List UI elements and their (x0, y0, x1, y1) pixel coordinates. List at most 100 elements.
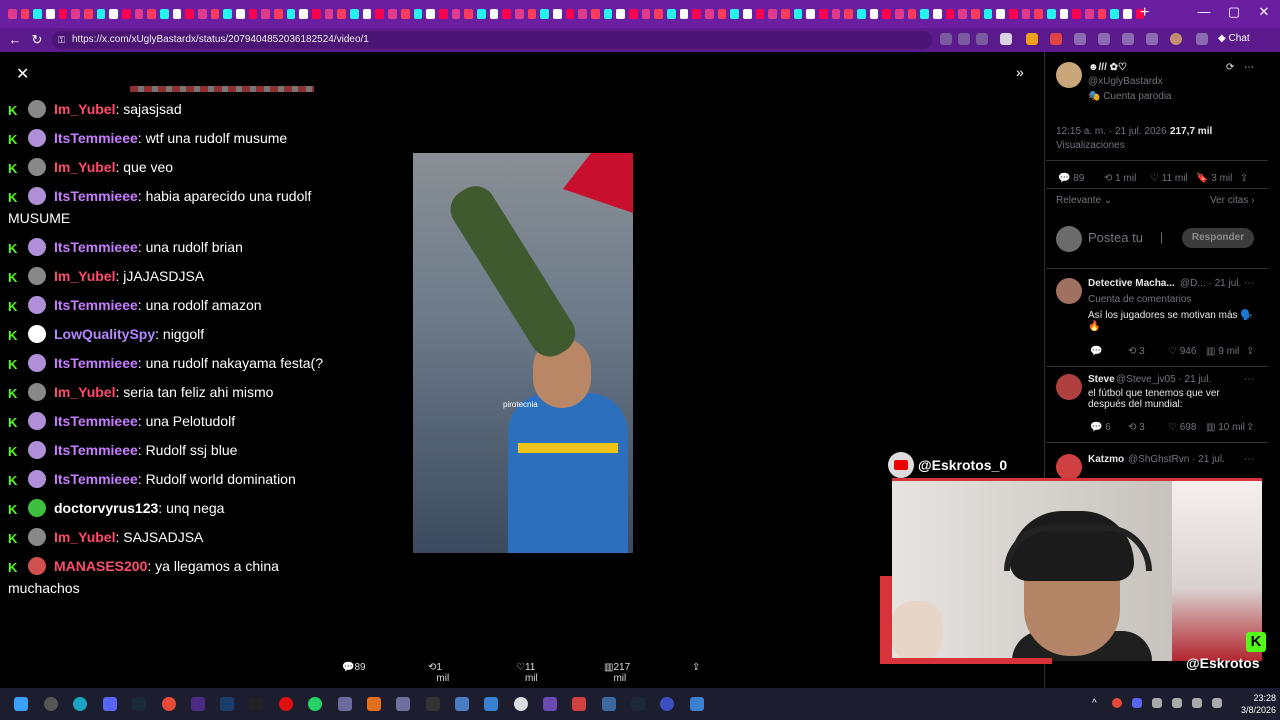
author-handle[interactable]: @xUglyBastardx (1088, 76, 1163, 87)
tab-favicon-icon[interactable] (857, 9, 866, 19)
tab-favicon-icon[interactable] (603, 9, 613, 19)
chat-username[interactable]: ItsTemmieee (54, 130, 138, 146)
maximize-button[interactable]: ▢ (1224, 4, 1244, 20)
tab-favicon-icon[interactable] (464, 9, 473, 19)
tray-expand-icon[interactable]: ^ (1092, 698, 1097, 709)
chat-username[interactable]: MANASES200 (54, 558, 147, 574)
tab-favicon-icon[interactable] (223, 9, 233, 19)
tab-favicon-icon[interactable] (20, 9, 30, 19)
tab-favicon-icon[interactable] (400, 9, 410, 19)
reply-author[interactable]: Detective Macha... (1088, 278, 1175, 289)
reply-handle[interactable]: @D... · 21 jul. (1180, 278, 1241, 289)
author-avatar[interactable] (1056, 62, 1082, 88)
tab-favicon-icon[interactable] (933, 9, 942, 19)
tab-favicon-icon[interactable] (261, 9, 271, 19)
reload-icon[interactable]: ↻ (26, 32, 48, 48)
bookmark-button[interactable]: 🔖 3 mil (1196, 173, 1232, 184)
tab-favicon-icon[interactable] (502, 9, 511, 19)
tab-favicon-icon[interactable] (844, 9, 854, 19)
tab-favicon-icon[interactable] (236, 9, 245, 19)
tab-favicon-icon[interactable] (299, 9, 309, 19)
obs-icon[interactable] (279, 697, 293, 711)
tab-favicon-icon[interactable] (147, 9, 157, 19)
tab-favicon-icon[interactable] (1059, 9, 1069, 19)
tray-icon[interactable] (1152, 698, 1162, 708)
author-name[interactable]: ☻/// ✿♡ (1088, 62, 1127, 73)
tab-favicon-icon[interactable] (1034, 9, 1044, 19)
tab-favicon-icon[interactable] (134, 9, 144, 19)
app-icon[interactable] (338, 697, 352, 711)
reply-reply-button[interactable]: 💬 (1090, 346, 1102, 357)
tab-favicon-icon[interactable] (895, 9, 904, 19)
app-icon[interactable] (367, 697, 381, 711)
reply-like-button[interactable]: ♡ 946 (1168, 346, 1196, 357)
share-icon[interactable]: ⇪ (692, 662, 700, 673)
tweet-like-button[interactable]: ♡ 11 mil (1150, 173, 1188, 184)
tab-favicon-icon[interactable] (388, 9, 397, 19)
more-icon[interactable]: ⋯ (1244, 62, 1254, 73)
chat-username[interactable]: Im_Yubel (54, 101, 115, 117)
split-screen-icon[interactable] (1098, 33, 1110, 45)
tab-favicon-icon[interactable] (920, 9, 930, 19)
reply-repost-button[interactable]: ⟲ 3 (1128, 346, 1145, 357)
chat-username[interactable]: ItsTemmieee (54, 297, 138, 313)
tab-favicon-icon[interactable] (983, 9, 993, 19)
extension-icon[interactable] (1000, 33, 1012, 45)
tab-favicon-icon[interactable] (362, 9, 372, 19)
reply-repost-button[interactable]: ⟲ 3 (1128, 422, 1145, 433)
tab-favicon-icon[interactable] (198, 9, 207, 19)
reply-author[interactable]: Katzmo (1088, 454, 1124, 465)
more-menu-icon[interactable] (1196, 33, 1208, 45)
tab-favicon-icon[interactable] (426, 9, 435, 19)
reply-author[interactable]: Steve (1088, 374, 1115, 385)
discord-icon[interactable] (103, 697, 117, 711)
like-action[interactable]: ♡ 11 mil (516, 662, 538, 684)
app-icon[interactable] (602, 697, 616, 711)
tab-favicon-icon[interactable] (8, 9, 17, 19)
profile-avatar[interactable] (1170, 33, 1182, 45)
tab-favicon-icon[interactable] (375, 9, 385, 19)
minimize-button[interactable]: — (1194, 4, 1214, 19)
reader-icon[interactable] (958, 33, 970, 45)
reply-handle[interactable]: @Steve_jv05 · 21 jul. (1116, 374, 1211, 385)
whatsapp-icon[interactable] (308, 697, 322, 711)
favorites-icon[interactable] (1122, 33, 1134, 45)
more-icon[interactable]: ⋯ (1244, 278, 1254, 289)
tab-favicon-icon[interactable] (780, 9, 790, 19)
tab-favicon-icon[interactable] (324, 9, 334, 19)
tab-favicon-icon[interactable] (717, 9, 727, 19)
tab-favicon-icon[interactable] (616, 9, 625, 19)
sort-dropdown[interactable]: Relevante ⌄ (1056, 195, 1112, 206)
tab-favicon-icon[interactable] (527, 9, 537, 19)
extension-icon[interactable] (1074, 33, 1086, 45)
tab-favicon-icon[interactable] (565, 9, 575, 19)
tab-favicon-icon[interactable] (692, 9, 701, 19)
tab-favicon-icon[interactable] (704, 9, 714, 19)
tab-favicon-icon[interactable] (1110, 9, 1120, 19)
tab-favicon-icon[interactable] (109, 9, 119, 19)
app-icon[interactable] (690, 697, 704, 711)
tab-favicon-icon[interactable] (33, 9, 43, 19)
tab-favicon-icon[interactable] (730, 9, 739, 19)
tray-icon[interactable] (1172, 698, 1182, 708)
reply-like-button[interactable]: ♡ 698 (1168, 422, 1196, 433)
tab-favicon-icon[interactable] (869, 9, 879, 19)
reply-avatar[interactable] (1056, 374, 1082, 400)
share-icon[interactable]: ⇪ (1246, 422, 1254, 433)
tab-favicon-icon[interactable] (819, 9, 828, 19)
tab-favicon-icon[interactable] (84, 9, 93, 19)
collections-icon[interactable] (1146, 33, 1158, 45)
tab-favicon-icon[interactable] (882, 9, 892, 19)
reply-submit-button[interactable]: Responder (1182, 228, 1254, 248)
tab-favicon-icon[interactable] (768, 9, 777, 19)
view-quotes-link[interactable]: Ver citas › (1210, 195, 1254, 206)
tab-favicon-icon[interactable] (58, 9, 68, 19)
system-clock[interactable]: 23:28 3/8/2026 (1240, 692, 1276, 716)
tab-favicon-icon[interactable] (628, 9, 638, 19)
more-icon[interactable]: ⋯ (1244, 454, 1254, 465)
tab-favicon-icon[interactable] (413, 9, 423, 19)
tab-favicon-icon[interactable] (945, 9, 955, 19)
chat-username[interactable]: Im_Yubel (54, 268, 115, 284)
tab-favicon-icon[interactable] (248, 9, 258, 19)
settings-icon[interactable] (514, 697, 528, 711)
